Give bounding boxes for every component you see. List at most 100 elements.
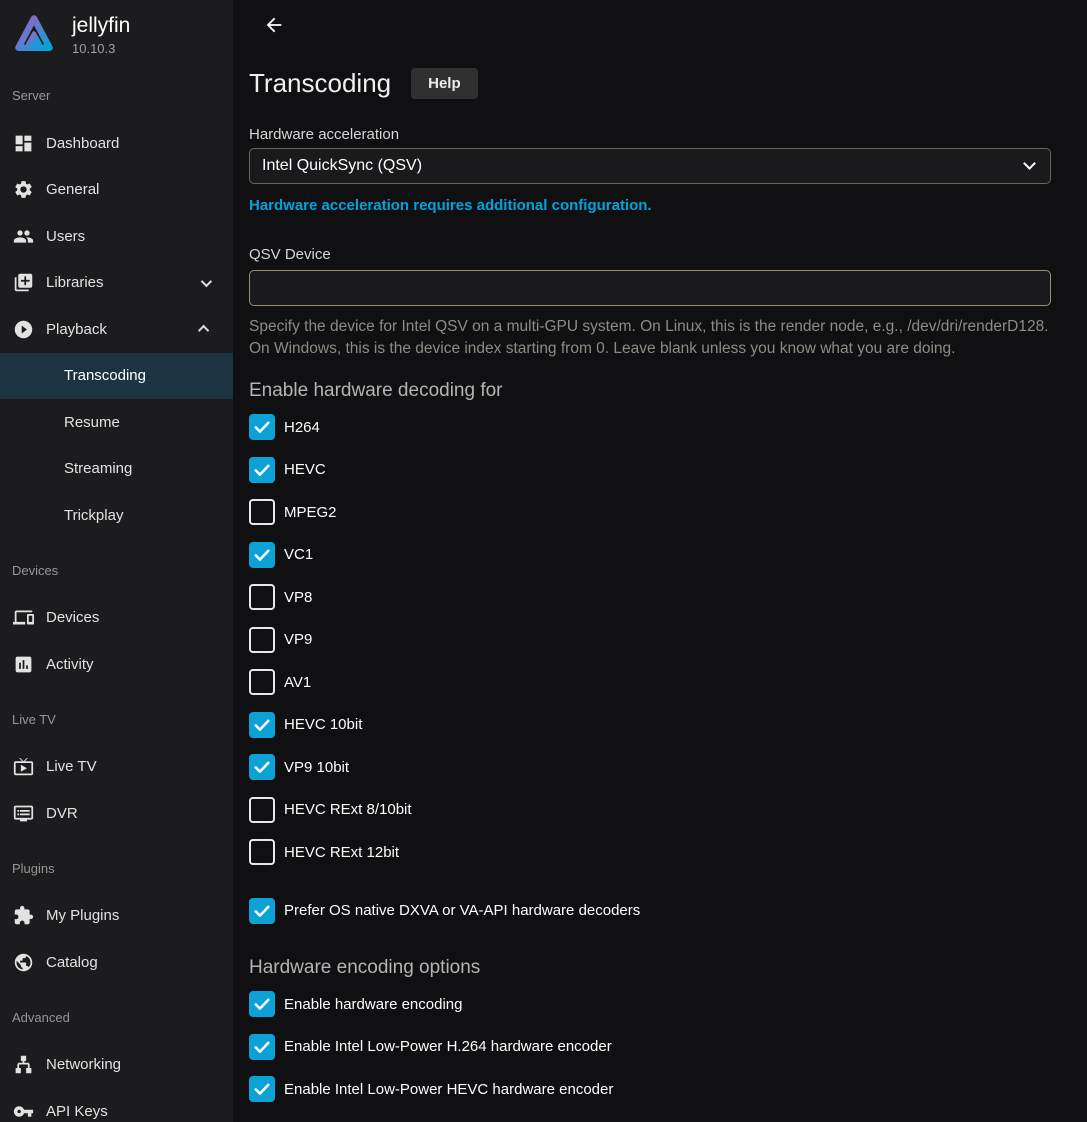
checkbox[interactable] [249,991,275,1017]
qsv-device-description: Specify the device for Intel QSV on a mu… [249,316,1064,360]
gear-icon [12,179,34,201]
sidebar-item-devices[interactable]: Devices [0,595,233,642]
checkbox[interactable] [249,457,275,483]
checkbox[interactable] [249,898,275,924]
checkbox-label: VC1 [284,546,313,563]
checkbox[interactable] [249,754,275,780]
sidebar-item-libraries[interactable]: Libraries [0,260,233,307]
check-icon [252,545,272,565]
chevron-down-icon [201,276,212,287]
checkbox-row-enable-hw-encoding[interactable]: Enable hardware encoding [249,983,1051,1026]
check-icon [252,757,272,777]
sidebar-item-apikeys[interactable]: API Keys [0,1088,233,1122]
sidebar-item-label: My Plugins [46,907,119,924]
sidebar-item-dvr[interactable]: DVR [0,790,233,837]
sidebar-item-catalog[interactable]: Catalog [0,939,233,986]
checkbox-row-hevc-10bit[interactable]: HEVC 10bit [249,704,1051,747]
checkbox[interactable] [249,797,275,823]
sidebar-item-label: Catalog [46,954,98,971]
sidebar-item-playback[interactable]: Playback [0,306,233,353]
checkbox-row-hevc-rext-8-10bit[interactable]: HEVC RExt 8/10bit [249,789,1051,832]
back-button[interactable] [261,12,287,38]
hardware-acceleration-label: Hardware acceleration [249,127,1051,142]
checkbox-label: HEVC RExt 12bit [284,844,399,861]
checkbox[interactable] [249,414,275,440]
checkbox-label: VP8 [284,589,312,606]
checkbox-label: MPEG2 [284,504,337,521]
checkbox[interactable] [249,499,275,525]
checkbox-row-prefer-native[interactable]: Prefer OS native DXVA or VA-API hardware… [249,890,1051,933]
main-content: Transcoding Help Hardware acceleration I… [233,0,1087,1122]
checkbox-label: Enable Intel Low-Power HEVC hardware enc… [284,1081,613,1098]
checkbox-row-lowpower-h264[interactable]: Enable Intel Low-Power H.264 hardware en… [249,1026,1051,1069]
checkbox[interactable] [249,669,275,695]
check-icon [252,460,272,480]
sidebar-item-label: Resume [64,414,120,431]
qsv-device-input[interactable] [249,270,1051,306]
jellyfin-logo-icon [12,10,56,58]
app-logo-row: jellyfin 10.10.3 [0,0,233,62]
checkbox[interactable] [249,542,275,568]
network-icon [12,1054,34,1076]
sidebar-item-trickplay[interactable]: Trickplay [0,492,233,539]
sidebar-item-dashboard[interactable]: Dashboard [0,120,233,167]
checkbox[interactable] [249,1034,275,1060]
puzzle-icon [12,905,34,927]
sidebar-item-label: Devices [46,609,99,626]
sidebar-item-activity[interactable]: Activity [0,641,233,688]
sidebar-item-label: Streaming [64,460,132,477]
check-icon [252,1037,272,1057]
sidebar-item-users[interactable]: Users [0,213,233,260]
activity-icon [12,653,34,675]
checkbox-row-vp9-10bit[interactable]: VP9 10bit [249,746,1051,789]
checkbox[interactable] [249,839,275,865]
sidebar-item-transcoding[interactable]: Transcoding [0,353,233,400]
sidebar-item-label: Playback [46,321,107,338]
checkbox-row-h264[interactable]: H264 [249,406,1051,449]
sidebar-item-label: Libraries [46,274,104,291]
sidebar-item-streaming[interactable]: Streaming [0,446,233,493]
checkbox-label: Prefer OS native DXVA or VA-API hardware… [284,902,640,919]
checkbox[interactable] [249,1076,275,1102]
checkbox-row-vp9[interactable]: VP9 [249,619,1051,662]
sidebar-item-livetv[interactable]: Live TV [0,744,233,791]
sidebar: jellyfin 10.10.3 Server Dashboard Genera… [0,0,233,1122]
qsv-device-label: QSV Device [249,247,1051,262]
users-icon [12,225,34,247]
sidebar-item-resume[interactable]: Resume [0,399,233,446]
checkbox-row-lowpower-hevc[interactable]: Enable Intel Low-Power HEVC hardware enc… [249,1068,1051,1111]
checkbox-row-hevc[interactable]: HEVC [249,449,1051,492]
page-title: Transcoding [249,68,391,99]
section-label-plugins: Plugins [0,861,233,877]
check-icon [252,994,272,1014]
hardware-acceleration-warning-link[interactable]: Hardware acceleration requires additiona… [249,197,652,214]
check-icon [252,715,272,735]
checkbox-label: Enable Intel Low-Power H.264 hardware en… [284,1038,612,1055]
sidebar-item-label: API Keys [46,1103,108,1120]
libraries-icon [12,272,34,294]
checkbox-label: HEVC 10bit [284,716,362,733]
key-icon [12,1100,34,1122]
sidebar-item-label: Activity [46,656,94,673]
checkbox-row-hevc-rext-12bit[interactable]: HEVC RExt 12bit [249,831,1051,874]
checkbox[interactable] [249,712,275,738]
checkbox-row-vp8[interactable]: VP8 [249,576,1051,619]
section-label-livetv: Live TV [0,712,233,728]
checkbox[interactable] [249,584,275,610]
help-button[interactable]: Help [411,68,478,99]
checkbox[interactable] [249,627,275,653]
play-circle-icon [12,318,34,340]
devices-icon [12,607,34,629]
checkbox-label: AV1 [284,674,311,691]
sidebar-item-networking[interactable]: Networking [0,1042,233,1089]
sidebar-item-label: Dashboard [46,135,119,152]
sidebar-item-general[interactable]: General [0,167,233,214]
app-name: jellyfin [72,14,130,38]
checkbox-label: H264 [284,419,320,436]
sidebar-item-label: DVR [46,805,78,822]
checkbox-row-av1[interactable]: AV1 [249,661,1051,704]
sidebar-item-myplugins[interactable]: My Plugins [0,893,233,940]
checkbox-row-vc1[interactable]: VC1 [249,534,1051,577]
hardware-acceleration-select[interactable]: Intel QuickSync (QSV) [249,148,1051,184]
checkbox-row-mpeg2[interactable]: MPEG2 [249,491,1051,534]
